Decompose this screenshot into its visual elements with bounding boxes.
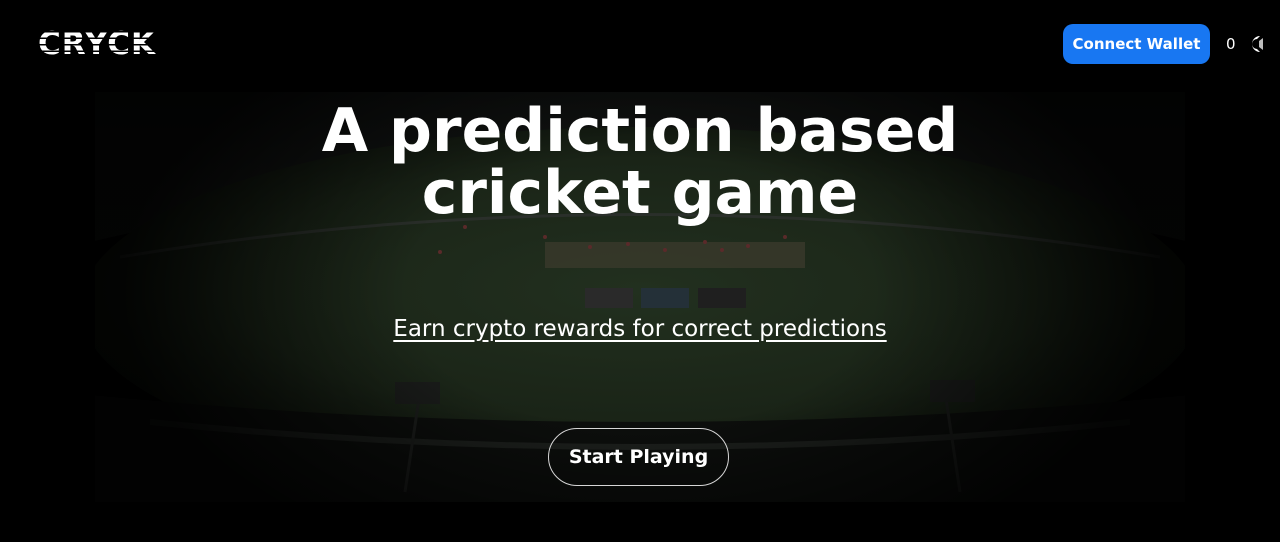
connect-wallet-button[interactable]: Connect Wallet (1063, 24, 1210, 64)
logo-text: CRYCK (38, 26, 157, 62)
header: CRYCK Connect Wallet 0 (0, 0, 1280, 92)
hero: A prediction based cricket game Earn cry… (0, 92, 1280, 502)
balance: 0 (1226, 34, 1264, 54)
balance-value: 0 (1226, 35, 1236, 53)
page: CRYCK Connect Wallet 0 A prediction base… (0, 0, 1280, 542)
hero-title: A prediction based cricket game (240, 100, 1040, 224)
hero-title-line-1: A prediction based (321, 96, 959, 166)
logo[interactable]: CRYCK (38, 26, 188, 62)
start-playing-button[interactable]: Start Playing (548, 428, 729, 486)
coin-icon (1251, 36, 1263, 52)
hero-subtitle-link[interactable]: Earn crypto rewards for correct predicti… (240, 316, 1040, 342)
hero-title-line-2: cricket game (421, 158, 859, 228)
